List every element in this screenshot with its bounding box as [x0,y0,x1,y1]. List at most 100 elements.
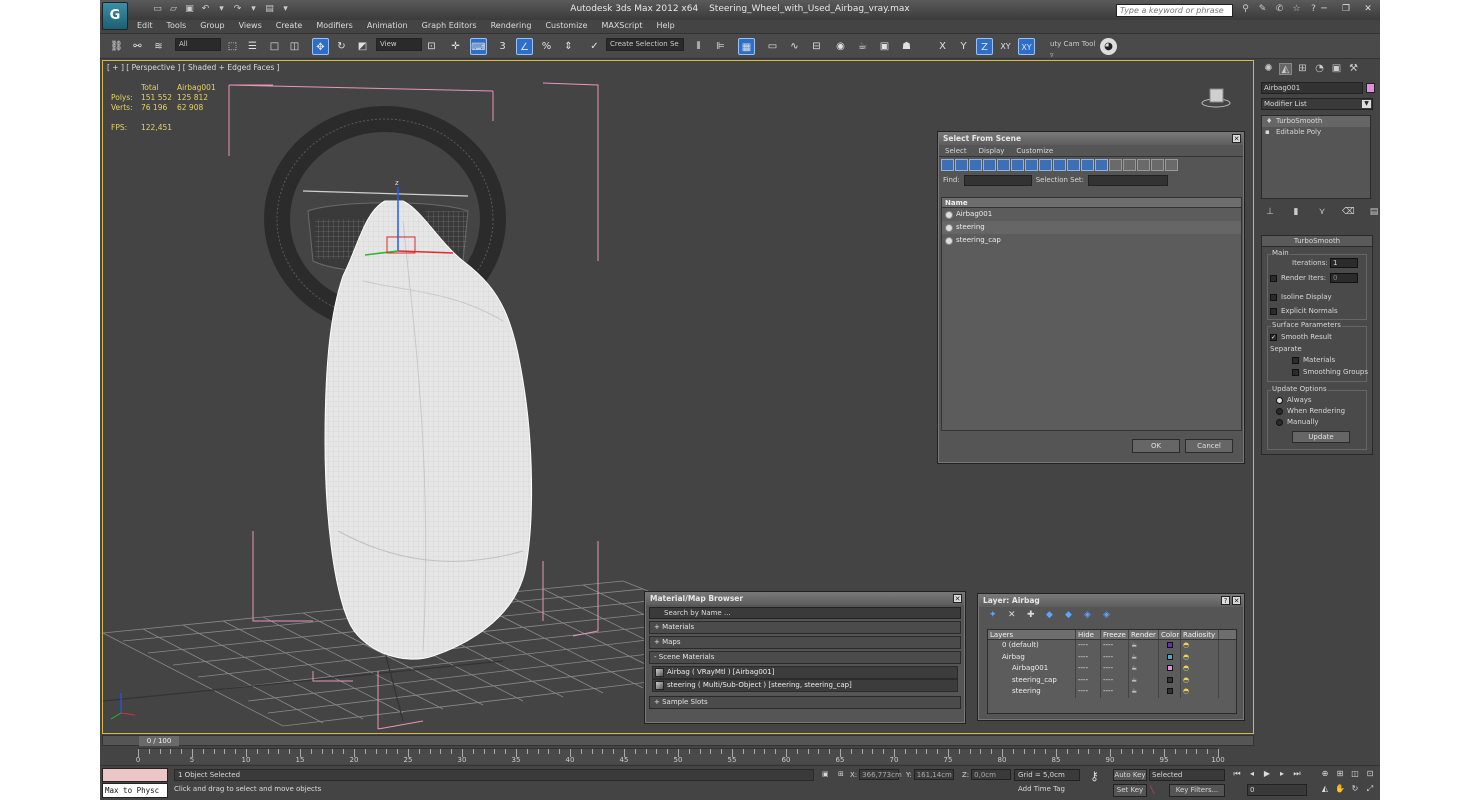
hide-all-icon[interactable]: ◈ [1084,610,1094,620]
redo-icon[interactable]: ↷ [232,4,243,15]
time-slider[interactable]: 0 / 100 [102,735,1254,746]
manipulate-icon[interactable]: ✛ [447,38,464,55]
pan-icon[interactable]: ✋ [1335,784,1345,794]
display-containers-icon[interactable] [1067,159,1080,171]
lock-selection-icon[interactable]: ▣ [822,769,829,780]
select-scale-icon[interactable]: ◩ [354,38,371,55]
pivot-center-icon[interactable]: ⊡ [423,38,440,55]
new-file-icon[interactable]: ▭ [152,4,163,15]
display-bones-icon[interactable] [1053,159,1066,171]
materials-group[interactable]: + Materials [649,621,961,634]
col-color[interactable]: Color [1159,630,1181,639]
select-none-icon[interactable] [1123,159,1136,171]
viewport-label[interactable]: [ + ] [ Perspective ] [ Shaded + Edged F… [107,63,280,72]
select-all-icon[interactable] [1109,159,1122,171]
render-production-icon[interactable]: ☗ [898,38,915,55]
add-time-tag[interactable]: Add Time Tag [1018,785,1065,793]
selection-set-dropdown[interactable] [1088,174,1169,186]
track-bar[interactable]: 0 5 10 15 20 25 30 35 40 45 50 55 60 65 70 75 80 85 90 95 10… [136,748,1225,764]
layer-row[interactable]: Airbag ---- ---- ☕ ◓ [988,651,1236,663]
layer-row[interactable]: 0 (default) ---- ---- ☕ ◓ [988,640,1236,652]
menu-display[interactable]: Display [973,145,1011,156]
cancel-button[interactable]: Cancel [1185,439,1233,453]
application-button[interactable]: G [102,2,128,30]
close-icon[interactable]: ✕ [1232,596,1241,605]
add-to-layer-icon[interactable]: ✚ [1027,610,1037,620]
layer-hide[interactable]: ---- [1076,674,1101,686]
layer-hide[interactable]: ---- [1076,686,1101,698]
go-to-end-icon[interactable]: ⏭ [1292,769,1302,779]
layer-freeze[interactable]: ---- [1101,674,1129,686]
maximize-icon[interactable]: ❐ [1340,4,1352,15]
menu-animation[interactable]: Animation [360,20,415,32]
x-coordinate-field[interactable]: 366,773cm [859,769,902,780]
display-groups-icon[interactable] [1025,159,1038,171]
edit-named-selection-icon[interactable]: ✓ [586,38,603,55]
qa-dropdown-icon[interactable]: ▾ [280,4,291,15]
material-item[interactable]: steering ( Multi/Sub-Object ) [steering,… [652,679,958,692]
snaps-toggle-icon[interactable]: 3 [494,38,511,55]
update-rendering-radio[interactable]: When Rendering [1276,407,1345,415]
sample-slots-group[interactable]: + Sample Slots [649,696,961,709]
select-by-name-icon[interactable]: ☰ [244,38,261,55]
layer-row[interactable]: steering_cap ---- ---- ☕ ◓ [988,674,1236,686]
pin-stack-icon[interactable]: ⊥ [1264,206,1276,218]
radiosity-icon[interactable]: ◓ [1181,686,1219,698]
modify-tab-icon[interactable]: ◭ [1279,63,1292,75]
zoom-extents-icon[interactable]: ◫ [1350,769,1360,779]
radiosity-icon[interactable]: ◓ [1181,674,1219,686]
axis-y-button[interactable]: Y [955,38,972,55]
teapot-icon[interactable]: ☕ [1129,686,1159,698]
maxscript-listener-mini[interactable] [102,768,168,782]
display-frozen-icon[interactable] [1081,159,1094,171]
current-frame-field[interactable]: 0 [1247,784,1307,796]
display-shapes-icon[interactable] [955,159,968,171]
select-rotate-icon[interactable]: ↻ [333,38,350,55]
next-frame-icon[interactable]: ▸ [1277,769,1287,779]
col-layers[interactable]: Layers [988,630,1076,639]
material-search-input[interactable]: Search by Name ... [649,607,961,619]
minimize-icon[interactable]: ─ [1318,4,1330,15]
col-radiosity[interactable]: Radiosity [1181,630,1219,639]
maps-group[interactable]: + Maps [649,636,961,649]
find-input[interactable] [963,174,1032,186]
material-item[interactable]: Airbag ( VRayMtl ) [Airbag001] [652,666,958,679]
list-item[interactable]: Airbag001 [942,208,1241,221]
panda-icon[interactable]: ◕ [1100,38,1117,55]
display-spacewarps-icon[interactable] [1011,159,1024,171]
display-hidden-icon[interactable] [1095,159,1108,171]
z-coordinate-field[interactable]: 0,0cm [971,769,1012,780]
axis-x-button[interactable]: X [934,38,951,55]
axis-z-button[interactable]: Z [976,38,993,55]
dialog-title[interactable]: Select From Scene [939,133,1243,145]
graphite-icon[interactable]: ▭ [764,38,781,55]
keyboard-shortcut-icon[interactable]: ⌨ [470,38,487,55]
undo-dropdown-icon[interactable]: ▾ [216,4,227,15]
layer-freeze[interactable]: ---- [1101,663,1129,675]
help-icon[interactable]: ? [1221,596,1230,605]
rollout-header[interactable]: TurboSmooth [1262,236,1372,247]
subscription-icon[interactable]: ✎ [1257,4,1268,15]
layer-freeze[interactable]: ---- [1101,640,1129,652]
highlight-layer-icon[interactable]: ◆ [1065,610,1075,620]
open-file-icon[interactable]: ▱ [168,4,179,15]
update-always-radio[interactable]: Always [1276,396,1312,404]
default-tangent-icon[interactable]: ╲ [1150,785,1154,796]
schematic-view-icon[interactable]: ⊟ [808,38,825,55]
percent-snap-icon[interactable]: % [538,38,555,55]
layer-row[interactable]: Airbag001 ---- ---- ☕ ◓ [988,663,1236,675]
menu-help[interactable]: Help [650,20,682,32]
orbit-icon[interactable]: ↻ [1350,784,1360,794]
display-cameras-icon[interactable] [983,159,996,171]
reference-coordinate-dropdown[interactable]: View [376,38,422,51]
named-selection-dropdown[interactable]: Create Selection Se [606,38,684,51]
favorites-icon[interactable]: ☆ [1291,4,1302,15]
dialog-title[interactable]: Material/Map Browser [646,593,964,605]
zoom-extents-all-icon[interactable]: ⊡ [1365,769,1375,779]
ok-button[interactable]: OK [1132,439,1180,453]
layer-manager-icon[interactable]: ▦ [738,38,755,55]
axis-constraint-xy-button[interactable]: XY [1018,38,1035,55]
object-name-field[interactable]: Airbag001 [1261,82,1363,94]
display-tab-icon[interactable]: ▣ [1330,63,1343,75]
teapot-icon[interactable]: ☕ [1129,663,1159,675]
